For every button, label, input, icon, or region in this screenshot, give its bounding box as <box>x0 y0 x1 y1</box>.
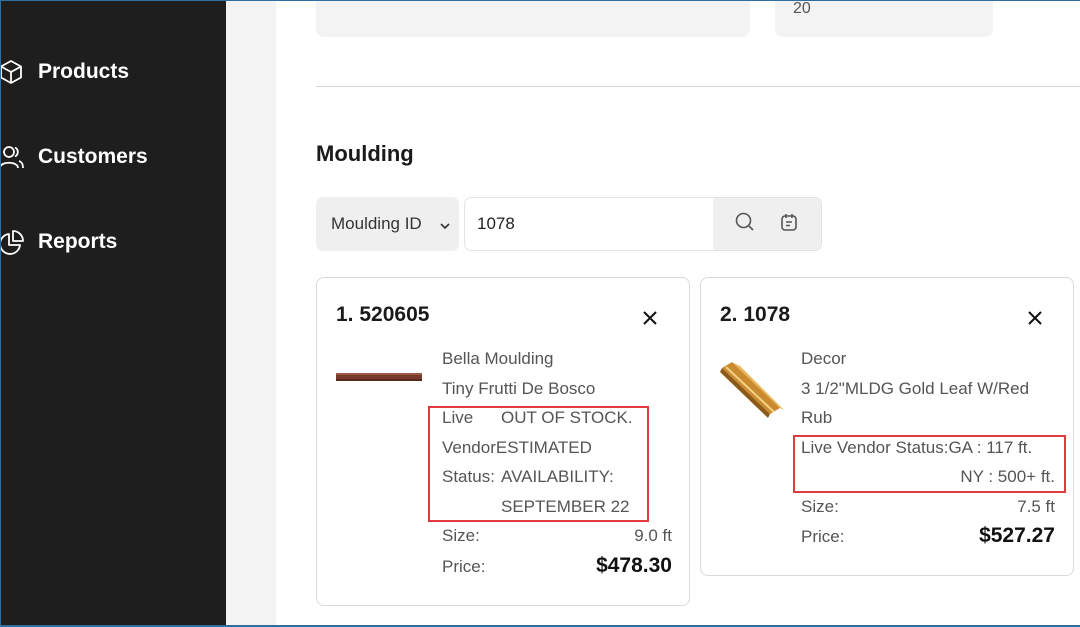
chevron-down-icon <box>439 217 451 237</box>
section-title: Moulding <box>316 141 414 166</box>
card-details: Decor 3 1/2"MLDG Gold Leaf W/Red Rub Liv… <box>801 344 1055 552</box>
product-name: Tiny Frutti De Bosco <box>442 378 596 398</box>
pie-chart-icon <box>0 227 26 257</box>
size-label: Size: <box>442 526 480 545</box>
moulding-search <box>464 197 822 251</box>
sidebar-item-label: Customers <box>38 145 148 168</box>
product-name: Rub <box>801 408 833 427</box>
status-value: NY : 500+ ft. <box>960 467 1055 486</box>
price-value: $527.27 <box>979 524 1055 547</box>
vendor-status-row: NY : 500+ ft. <box>801 462 1055 492</box>
status-value: GA : 117 ft. <box>948 437 1033 457</box>
product-name: 3 1/2"MLDG Gold Leaf W/Red <box>801 378 1030 398</box>
size-label: Size: <box>801 496 839 516</box>
top-field-right[interactable]: 20 <box>775 0 993 37</box>
status-value: ESTIMATED <box>495 437 592 457</box>
status-label: Status: <box>442 467 495 486</box>
status-value: SEPTEMBER 22 <box>501 496 630 516</box>
size-value: 7.5 ft <box>1017 496 1055 516</box>
close-icon <box>640 311 660 332</box>
vendor-status-row: Live Vendor Status: GA : 117 ft. <box>801 433 1055 463</box>
size-value: 9.0 ft <box>634 526 672 545</box>
status-label: Live <box>442 408 474 427</box>
sidebar-item-customers[interactable]: Customers <box>0 142 148 172</box>
card-details: Bella Moulding Tiny Frutti De Bosco Live… <box>442 344 672 581</box>
card-title: 1. 520605 <box>336 303 430 326</box>
moulding-filter-select[interactable]: Moulding ID <box>316 197 459 251</box>
card-title: 2. 1078 <box>720 303 791 326</box>
product-brand: Decor <box>801 349 847 368</box>
price-label: Price: <box>442 556 486 576</box>
sidebar-item-reports[interactable]: Reports <box>0 227 117 257</box>
price-label: Price: <box>801 527 845 546</box>
status-value: OUT OF STOCK. <box>501 408 633 427</box>
main-panel: 20 Moulding Moulding ID 1078 1. 520605 B… <box>276 0 1080 627</box>
select-value: Moulding ID <box>331 214 422 233</box>
search-input[interactable] <box>465 198 713 250</box>
product-brand: Bella Moulding <box>442 349 554 368</box>
cube-icon <box>0 57 26 87</box>
vendor-status-row: Vendor ESTIMATED <box>442 433 672 463</box>
calendar-icon <box>779 212 799 237</box>
top-field-value: 20 <box>793 0 811 17</box>
product-card: 1. 520605 Bella Moulding Tiny Frutti De … <box>316 277 690 606</box>
sidebar-item-label: Products <box>38 60 130 83</box>
sidebar-item-products[interactable]: Products <box>0 57 129 87</box>
remove-card-button[interactable] <box>1025 308 1045 328</box>
remove-card-button[interactable] <box>640 308 660 328</box>
search-button[interactable] <box>730 209 760 239</box>
search-actions <box>713 198 821 250</box>
status-value: AVAILABILITY: <box>501 467 614 486</box>
sidebar: Products Customers Reports <box>0 0 226 627</box>
sidebar-item-label: Reports <box>38 230 118 253</box>
close-icon <box>1025 311 1045 332</box>
vendor-status-row: SEPTEMBER 22 <box>442 492 672 522</box>
price-row: Price: $527.27 <box>801 521 1055 552</box>
vendor-status-row: Live OUT OF STOCK. <box>442 403 672 433</box>
users-icon <box>0 142 26 172</box>
size-row: Size: 7.5 ft <box>801 492 1055 522</box>
status-label: Live Vendor Status: <box>801 437 949 457</box>
moulding-thumbnail <box>718 358 784 425</box>
moulding-thumbnail <box>336 370 422 389</box>
top-field-left[interactable] <box>316 0 750 37</box>
section-divider <box>316 86 1080 87</box>
vendor-status-row: Status: AVAILABILITY: <box>442 462 672 492</box>
price-row: Price: $478.30 <box>442 551 672 582</box>
size-row: Size: 9.0 ft <box>442 521 672 551</box>
product-card: 2. 1078 Decor 3 1/2"MLDG Gold Leaf W/Red… <box>700 277 1074 576</box>
price-value: $478.30 <box>596 553 672 577</box>
status-label: Vendor <box>442 437 496 457</box>
calendar-button[interactable] <box>774 209 804 239</box>
content-gutter <box>226 0 276 627</box>
search-icon <box>734 211 756 238</box>
